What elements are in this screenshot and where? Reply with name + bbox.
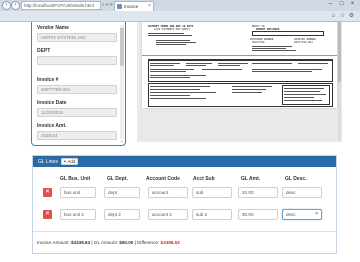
scroll-thumb[interactable] [120, 28, 124, 66]
doc-invoice-number: 26977780-004 [294, 41, 313, 44]
account-code-input[interactable]: account [148, 187, 188, 198]
scroll-thumb[interactable] [338, 22, 341, 82]
toolbar-icons: ⌂ ☆ ⚙ [329, 12, 356, 19]
gl-dept-input[interactable]: dept 2 [104, 209, 140, 220]
add-label: Add [67, 159, 76, 164]
document-scrollbar[interactable] [338, 22, 341, 140]
gl-lines-title: GL Lines [38, 159, 58, 165]
invoice-document-viewer: PAYMENT TERMS ARE NET 10 DAYS LATE PAYME… [137, 22, 342, 142]
gl-totals-footer: Invoice Amount: $3438.63 | GL Amount: $5… [33, 231, 336, 253]
page-icon [117, 4, 122, 9]
acct-sub-input[interactable]: sub [192, 187, 232, 198]
dept-label: DEPT [37, 48, 51, 54]
col-acct-sub: Acct Sub [193, 176, 215, 182]
dept-field[interactable] [37, 56, 117, 65]
minimize-icon[interactable]: – [325, 0, 336, 9]
invoice-date-label: Invoice Date [37, 100, 67, 106]
gl-lines-header: GL Lines +Add [33, 156, 336, 167]
col-gl-bus-unit: GL Bus. Unit [60, 176, 91, 182]
invoice-amount-value: $3438.63 [70, 240, 91, 245]
gl-desc-input[interactable]: desc [282, 187, 322, 198]
vendor-panel: Vendor Name HERTZ SYSTEM, INC DEPT Invoi… [31, 22, 126, 146]
doc-customer-number: 26977780 [252, 41, 265, 44]
close-window-icon[interactable]: × [347, 0, 358, 9]
doc-terms-2: LATE PAYMENTS MAY APPLY [154, 28, 190, 31]
gl-row: × bus unit 2 dept 2 account 2 sub 2 30.0… [33, 209, 336, 221]
forward-icon[interactable]: › [11, 1, 20, 10]
address-bar[interactable]: http://localhost/FCP/UI/Details.html [21, 1, 101, 10]
maximize-icon[interactable]: □ [336, 0, 347, 9]
vendor-name-label: Vendor Name [37, 25, 69, 31]
gl-amount-label: GL Amount: [93, 240, 118, 245]
separator: | [134, 240, 136, 245]
acct-sub-input[interactable]: sub 2 [192, 209, 232, 220]
col-gl-amt: GL Amt. [241, 176, 261, 182]
gl-dept-input[interactable]: dept [104, 187, 140, 198]
add-gl-line-button[interactable]: +Add [61, 158, 78, 165]
plus-icon: + [63, 159, 67, 164]
invoice-amount-field[interactable]: 3438.63 [37, 131, 117, 140]
invoice-number-field[interactable]: 26977780-004 [37, 85, 117, 94]
gl-amount-value: $50.00 [119, 240, 134, 245]
window-controls: – □ × [325, 0, 358, 10]
tab-label: Invoice [124, 4, 139, 9]
difference-label: Difference: [137, 240, 160, 245]
browser-chrome: ‹ › http://localhost/FCP/UI/Details.html… [0, 0, 360, 22]
settings-icon[interactable]: ⚙ [347, 12, 356, 19]
col-gl-desc: GL Desc. [285, 176, 307, 182]
gl-amt-input[interactable]: 30.00 [238, 209, 278, 220]
close-tab-icon[interactable]: × [148, 2, 151, 11]
tab-invoice[interactable]: Invoice × [114, 1, 154, 11]
invoice-date-field[interactable]: 11/20/2015 [37, 108, 117, 117]
gl-lines-panel: GL Lines +Add GL Bus. Unit GL Dept. Acco… [32, 155, 337, 254]
col-account-code: Account Code [146, 176, 180, 182]
page: Vendor Name HERTZ SYSTEM, INC DEPT Invoi… [0, 22, 360, 262]
back-icon[interactable]: ‹ [2, 1, 11, 10]
account-code-input[interactable]: account 2 [148, 209, 188, 220]
gl-totals-text: Invoice Amount: $3438.63 | GL Amount: $5… [37, 240, 180, 245]
favorites-icon[interactable]: ☆ [338, 12, 347, 19]
browser-window: ‹ › http://localhost/FCP/UI/Details.html… [0, 0, 360, 262]
difference-value: $3388.63 [160, 240, 180, 245]
clear-icon[interactable]: × [315, 210, 318, 219]
gl-bus-unit-input[interactable]: bus unit [60, 187, 96, 198]
gl-desc-value: desc [286, 212, 296, 217]
invoice-amount-label: Invoice Amount: [37, 240, 70, 245]
vendor-scrollbar[interactable]: ⌄ [120, 25, 124, 143]
invoice-document: PAYMENT TERMS ARE NET 10 DAYS LATE PAYME… [142, 22, 337, 108]
vendor-name-field[interactable]: HERTZ SYSTEM, INC [37, 33, 117, 42]
invoice-amount-label: Invoice Amt. [37, 123, 67, 129]
chevron-down-icon[interactable]: ⌄ [120, 138, 124, 143]
delete-row-button[interactable]: × [43, 210, 52, 219]
delete-row-button[interactable]: × [43, 188, 52, 197]
col-gl-dept: GL Dept. [107, 176, 128, 182]
gl-amt-input[interactable]: 20.00 [238, 187, 278, 198]
gl-desc-input[interactable]: desc × [282, 209, 322, 220]
separator: | [91, 240, 93, 245]
tab-strip: ‹ › http://localhost/FCP/UI/Details.html… [0, 0, 360, 11]
invoice-number-label: Invoice # [37, 77, 59, 83]
gl-row: × bus unit dept account sub 20.00 desc [33, 187, 336, 199]
home-icon[interactable]: ⌂ [329, 13, 338, 19]
gl-bus-unit-input[interactable]: bus unit 2 [60, 209, 96, 220]
